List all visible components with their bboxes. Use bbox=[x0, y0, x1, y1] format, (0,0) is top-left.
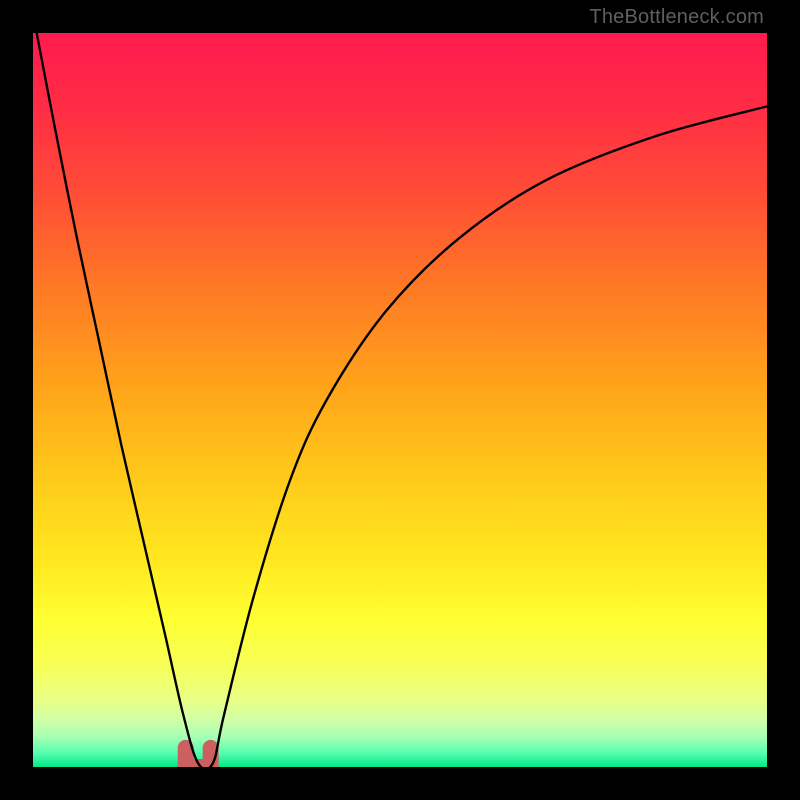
bottleneck-curve bbox=[37, 33, 767, 767]
chart-frame: TheBottleneck.com bbox=[0, 0, 800, 800]
watermark-text: TheBottleneck.com bbox=[589, 6, 764, 29]
bottleneck-curve-svg bbox=[33, 33, 767, 767]
plot-area bbox=[33, 33, 767, 767]
